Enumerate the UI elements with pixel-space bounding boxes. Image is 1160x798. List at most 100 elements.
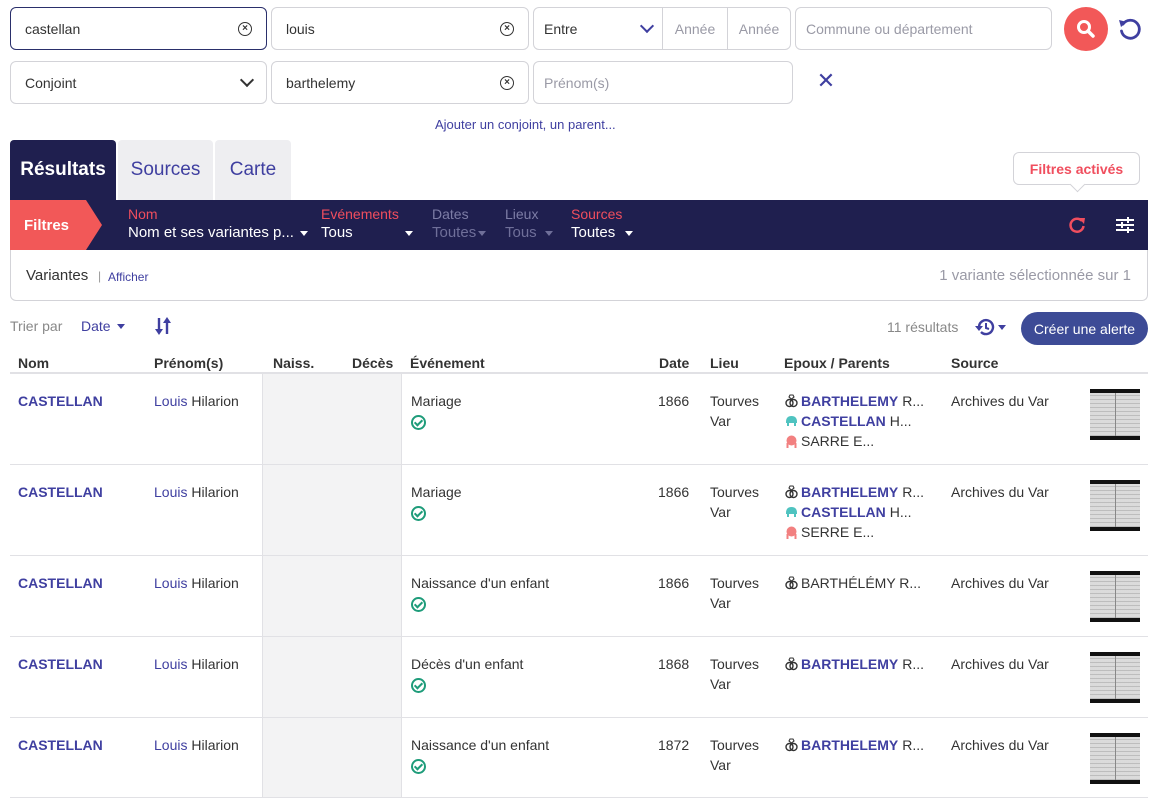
relation-rest: R...	[902, 484, 925, 500]
row-prenom-rest: Hilarion	[191, 575, 239, 591]
relation-name[interactable]: CASTELLAN	[801, 411, 886, 431]
row-nom[interactable]: CASTELLAN	[18, 482, 103, 502]
relation-nom-input[interactable]: barthelemy ×	[271, 61, 529, 104]
year-to-input[interactable]: Année	[728, 8, 790, 49]
tab-carte[interactable]: Carte	[215, 140, 291, 200]
create-alert-button[interactable]: Créer une alerte	[1021, 312, 1148, 345]
relation-name[interactable]: BARTHELEMY	[801, 735, 898, 755]
row-prenom-first[interactable]: Louis	[154, 737, 187, 753]
relation-spouse[interactable]: BARTHELEMY R...	[784, 482, 924, 502]
col-prenom[interactable]: Prénom(s)	[154, 355, 223, 371]
relation-spouse[interactable]: BARTHÉLÉMY R...	[784, 573, 921, 593]
prenom-input[interactable]: louis ×	[271, 7, 529, 50]
filter-dates[interactable]: Dates Toutes	[432, 205, 487, 243]
filter-nom-title: Nom	[128, 206, 158, 222]
relation-mother[interactable]: SARRE E...	[784, 431, 924, 451]
col-source[interactable]: Source	[951, 355, 998, 371]
clear-nom-icon[interactable]: ×	[238, 21, 252, 36]
filter-evenements[interactable]: Evénements Tous	[321, 205, 413, 243]
relation-spouse[interactable]: BARTHELEMY R...	[784, 391, 924, 411]
search-history-button[interactable]	[975, 318, 1006, 336]
col-deces[interactable]: Décès	[352, 355, 393, 371]
document-thumbnail[interactable]	[1090, 733, 1140, 784]
row-relations: BARTHELEMY R...	[784, 654, 924, 674]
filter-lieux[interactable]: Lieux Tous	[505, 205, 553, 243]
row-prenom-rest: Hilarion	[191, 737, 239, 753]
add-relation-link[interactable]: Ajouter un conjoint, un parent...	[435, 117, 616, 132]
row-lieu: Tourves Var	[710, 391, 759, 431]
table-row[interactable]: CASTELLAN Louis Hilarion Mariage 1866 Tourve…	[10, 465, 1148, 556]
row-prenom-first[interactable]: Louis	[154, 575, 187, 591]
nom-input[interactable]: castellan ×	[10, 7, 267, 50]
relation-spouse[interactable]: BARTHELEMY R...	[784, 735, 924, 755]
tab-resultats[interactable]: Résultats	[10, 140, 116, 200]
period-select-value: Entre	[544, 20, 578, 37]
row-nom[interactable]: CASTELLAN	[18, 573, 103, 593]
sort-direction-icon[interactable]	[154, 316, 172, 336]
col-epoux-parents[interactable]: Epoux / Parents	[784, 355, 890, 371]
col-evenement[interactable]: Événement	[410, 355, 485, 371]
filter-nom[interactable]: Nom Nom et ses variantes p...	[128, 205, 308, 243]
relation-spouse[interactable]: BARTHELEMY R...	[784, 654, 924, 674]
row-date: 1868	[658, 656, 690, 672]
relation-mother[interactable]: SERRE E...	[784, 522, 924, 542]
verified-check-icon	[411, 415, 426, 430]
birth-death-cells	[262, 637, 402, 717]
relation-name[interactable]: CASTELLAN	[801, 502, 886, 522]
history-icon	[975, 318, 995, 336]
row-lieu: Tourves Var	[710, 735, 759, 775]
relation-father[interactable]: CASTELLAN H...	[784, 411, 924, 431]
table-row[interactable]: CASTELLAN Louis Hilarion Naissance d'un en…	[10, 556, 1148, 637]
relation-rest: BARTHÉLÉMY R...	[801, 575, 922, 591]
reset-filters-icon[interactable]	[1068, 216, 1086, 234]
year-from-input[interactable]: Année	[663, 8, 728, 49]
tab-sources[interactable]: Sources	[118, 140, 213, 200]
relation-prenom-input[interactable]: Prénom(s)	[533, 61, 793, 104]
row-prenom-first[interactable]: Louis	[154, 393, 187, 409]
relation-name[interactable]: BARTHELEMY	[801, 391, 898, 411]
sort-select[interactable]: Date	[81, 318, 125, 334]
col-lieu[interactable]: Lieu	[710, 355, 739, 371]
variantes-show-link[interactable]: Afficher	[108, 270, 148, 284]
remove-relation-icon[interactable]: ✕	[815, 70, 837, 92]
row-prenom-first[interactable]: Louis	[154, 656, 187, 672]
table-row[interactable]: CASTELLAN Louis Hilarion Mariage 1866 Tourve…	[10, 374, 1148, 465]
caret-down-icon	[998, 324, 1006, 330]
document-thumbnail[interactable]	[1090, 389, 1140, 440]
row-relations: BARTHÉLÉMY R...	[784, 573, 921, 593]
filter-settings-icon[interactable]	[1116, 217, 1134, 233]
search-button[interactable]	[1064, 7, 1108, 51]
relation-father[interactable]: CASTELLAN H...	[784, 502, 924, 522]
reset-search-icon[interactable]	[1117, 16, 1143, 42]
row-prenom-first[interactable]: Louis	[154, 484, 187, 500]
document-thumbnail[interactable]	[1090, 571, 1140, 622]
relation-select[interactable]: Conjoint	[10, 61, 267, 104]
verified-check-icon	[411, 506, 426, 521]
row-source: Archives du Var	[951, 575, 1049, 591]
col-naissance[interactable]: Naiss.	[273, 355, 314, 371]
col-date[interactable]: Date	[659, 355, 689, 371]
row-nom[interactable]: CASTELLAN	[18, 735, 103, 755]
row-lieu-departement: Var	[710, 504, 731, 520]
period-select[interactable]: Entre	[534, 8, 663, 49]
filter-dates-title: Dates	[432, 206, 469, 222]
row-nom[interactable]: CASTELLAN	[18, 654, 103, 674]
document-thumbnail[interactable]	[1090, 652, 1140, 703]
lieu-input[interactable]: Commune ou département	[795, 7, 1052, 50]
caret-down-icon	[544, 230, 553, 236]
clear-prenom-icon[interactable]: ×	[500, 21, 514, 36]
table-row[interactable]: CASTELLAN Louis Hilarion Naissance d'un en…	[10, 718, 1148, 798]
relation-select-value: Conjoint	[25, 74, 77, 91]
col-nom[interactable]: Nom	[18, 355, 49, 371]
filter-bar: Filtres Nom Nom et ses variantes p... Ev…	[10, 200, 1148, 250]
filter-sources[interactable]: Sources Toutes	[571, 205, 634, 243]
relation-name[interactable]: BARTHELEMY	[801, 482, 898, 502]
row-relations: BARTHELEMY R...	[784, 735, 924, 755]
table-row[interactable]: CASTELLAN Louis Hilarion Décès d'un enfant…	[10, 637, 1148, 718]
document-thumbnail[interactable]	[1090, 480, 1140, 531]
clear-relation-nom-icon[interactable]: ×	[500, 75, 514, 90]
birth-death-cells	[262, 718, 402, 797]
row-nom[interactable]: CASTELLAN	[18, 391, 103, 411]
relation-name[interactable]: BARTHELEMY	[801, 654, 898, 674]
birth-death-cells	[262, 374, 402, 464]
